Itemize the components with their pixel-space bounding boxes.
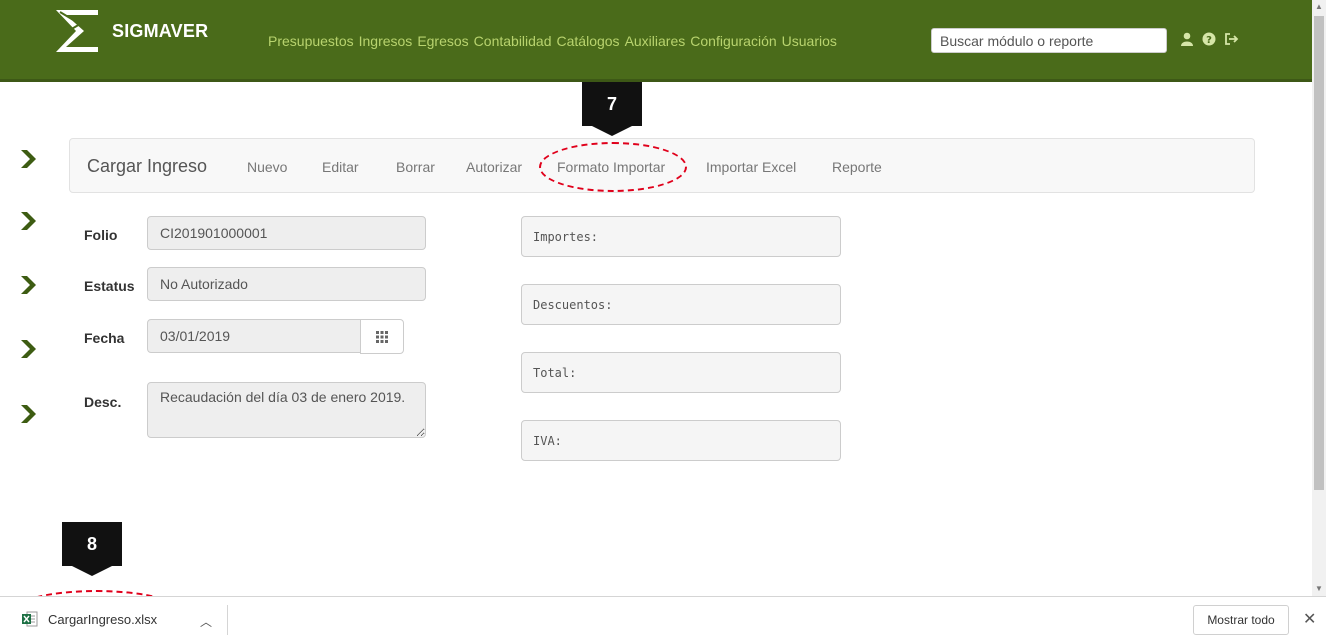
show-all-button[interactable]: Mostrar todo [1193,605,1289,635]
desc-label: Desc. [84,394,122,410]
user-icon[interactable] [1180,32,1194,46]
highlight-ring [539,142,687,192]
estatus-field[interactable]: No Autorizado [147,267,426,301]
chevron-up-icon[interactable]: ︿ [200,613,212,630]
menu-presupuestos[interactable]: Presupuestos [268,33,354,49]
vertical-scrollbar[interactable]: ▲ ▼ [1312,0,1326,596]
logout-icon[interactable] [1224,32,1239,46]
total-field[interactable]: Total: [521,352,841,393]
fecha-field[interactable]: 03/01/2019 [147,319,361,353]
top-navbar: SIGMAVER Presupuestos Ingresos Egresos C… [0,0,1312,82]
step-8-callout: 8 [62,522,122,576]
menu-ingresos[interactable]: Ingresos [359,33,413,49]
descuentos-field[interactable]: Descuentos: [521,284,841,325]
search-input[interactable] [931,28,1167,53]
chevron-right-icon [21,150,36,168]
report-button[interactable]: Reporte [832,159,882,175]
scroll-thumb[interactable] [1314,16,1324,490]
chevron-right-icon [21,276,36,294]
delete-button[interactable]: Borrar [396,159,435,175]
fecha-label: Fecha [84,330,125,346]
chevron-right-icon [21,212,36,230]
chevron-right-icon [21,340,36,358]
menu-egresos[interactable]: Egresos [417,33,468,49]
menu-usuarios[interactable]: Usuarios [782,33,837,49]
calendar-button[interactable] [360,319,404,354]
download-file-name: CargarIngreso.xlsx [48,611,158,627]
step-7-callout: 7 [582,82,642,136]
user-actions: ? [1180,32,1239,46]
download-item[interactable]: CargarIngreso.xlsx [22,611,157,627]
brand-name: SIGMAVER [112,20,209,41]
scroll-down-arrow-icon[interactable]: ▼ [1312,582,1326,596]
menu-contabilidad[interactable]: Contabilidad [474,33,552,49]
menu-auxiliares[interactable]: Auxiliares [625,33,686,49]
calendar-grid-icon [376,331,388,343]
estatus-label: Estatus [84,278,135,294]
divider [227,605,228,635]
downloads-bar: CargarIngreso.xlsx ︿ Mostrar todo ✕ [0,596,1326,642]
excel-file-icon [22,611,38,627]
svg-text:?: ? [1206,35,1212,46]
menu-catalogos[interactable]: Catálogos [557,33,620,49]
chevron-right-icon [21,405,36,423]
menu-configuracion[interactable]: Configuración [690,33,776,49]
brand[interactable]: SIGMAVER [50,6,208,56]
sigma-logo-icon [56,10,98,52]
help-icon[interactable]: ? [1202,32,1216,46]
page-title: Cargar Ingreso [87,156,208,176]
edit-button[interactable]: Editar [322,159,359,175]
close-icon[interactable]: ✕ [1303,609,1316,629]
scroll-up-arrow-icon[interactable]: ▲ [1312,0,1326,14]
folio-label: Folio [84,227,118,243]
main-menu: Presupuestos Ingresos Egresos Contabilid… [268,33,842,49]
iva-field[interactable]: IVA: [521,420,841,461]
folio-field[interactable]: CI201901000001 [147,216,426,250]
import-excel-button[interactable]: Importar Excel [706,159,796,175]
new-button[interactable]: Nuevo [247,159,287,175]
authorize-button[interactable]: Autorizar [466,159,522,175]
importes-field[interactable]: Importes: [521,216,841,257]
description-textarea[interactable]: Recaudación del día 03 de enero 2019. [147,382,426,438]
